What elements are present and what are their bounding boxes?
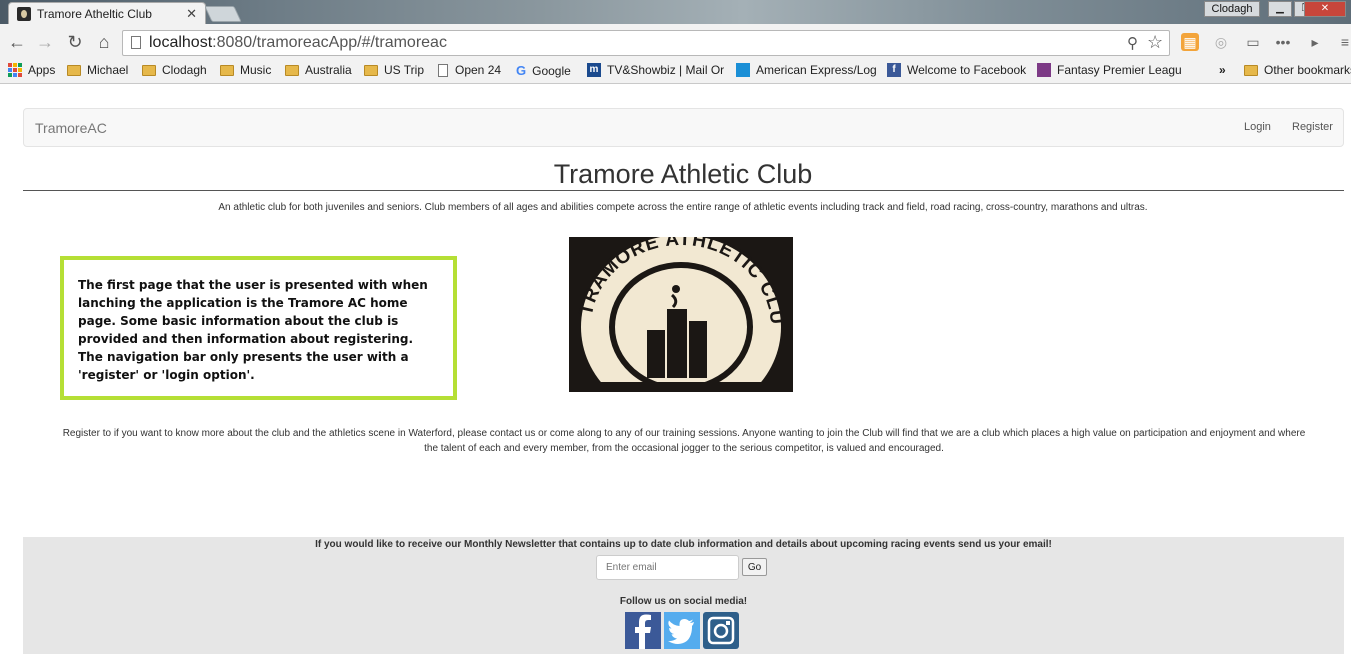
register-info: Register to if you want to know more abo… (22, 426, 1346, 456)
back-icon[interactable]: ← (6, 32, 28, 54)
bookmarks-overflow-chevron[interactable]: » (1219, 63, 1226, 77)
register-info-line: Register to if you want to know more abo… (62, 428, 1306, 439)
navbar-brand[interactable]: TramoreAC (35, 120, 107, 136)
bookmark-label: Music (240, 63, 272, 77)
bookmark-label: Welcome to Facebook (907, 63, 1027, 77)
folder-icon (220, 64, 234, 76)
folder-icon (364, 64, 378, 76)
bookmark-star-icon[interactable]: ☆ (1147, 32, 1163, 53)
bookmark-music[interactable]: Music (220, 63, 271, 77)
bookmark-amex[interactable]: American Express/Log (736, 63, 877, 77)
bookmark-clodagh[interactable]: Clodagh (142, 63, 207, 77)
facebook-icon[interactable] (625, 612, 661, 649)
club-logo-image: TRAMORE ATHLETIC CLUB (562, 221, 793, 419)
browser-titlebar: Tramore Atheltic Club ✕ Clodagh ▁ ❐ ✕ (0, 0, 1351, 24)
title-divider (23, 190, 1344, 191)
club-logo: TRAMORE ATHLETIC CLUB (562, 221, 793, 419)
page-icon (131, 36, 141, 49)
address-bar[interactable]: localhost:8080/tramoreacApp/#/tramoreac … (122, 30, 1170, 56)
home-icon[interactable]: ⌂ (93, 32, 115, 54)
more-dots-icon[interactable]: ••• (1274, 33, 1292, 51)
footer: If you would like to receive our Monthly… (23, 537, 1344, 654)
google-icon: G (516, 63, 527, 78)
facebook-icon: f (887, 63, 901, 77)
twitter-icon[interactable] (664, 612, 700, 649)
bookmark-label: Google (532, 63, 571, 78)
profile-button[interactable]: Clodagh (1204, 1, 1260, 17)
register-link[interactable]: Register (1292, 121, 1333, 133)
menu-icon[interactable]: ≡ (1336, 33, 1351, 51)
follow-text: Follow us on social media! (619, 596, 748, 607)
tab-close-icon[interactable]: ✕ (186, 6, 197, 22)
folder-icon (67, 64, 81, 76)
bookmark-mail[interactable]: m TV&Showbiz | Mail Or (587, 63, 724, 77)
folder-icon (285, 64, 299, 76)
browser-tab[interactable]: Tramore Atheltic Club ✕ (8, 2, 206, 24)
premier-league-icon (1037, 63, 1051, 77)
intro-text: An athletic club for both juveniles and … (218, 202, 1148, 213)
bookmark-facebook[interactable]: f Welcome to Facebook (887, 63, 1026, 77)
annotation-callout: The first page that the user is presente… (60, 256, 457, 400)
bookmark-label: TV&Showbiz | Mail Or (607, 63, 725, 77)
close-window-icon[interactable]: ✕ (1304, 1, 1346, 17)
extension-icon[interactable]: ▦ (1181, 33, 1199, 51)
instagram-icon[interactable] (703, 612, 739, 649)
extension2-icon[interactable]: ◎ (1212, 33, 1230, 51)
bookmark-label: Other bookmarks (1264, 63, 1351, 77)
bookmark-michael[interactable]: Michael (67, 63, 128, 77)
amex-icon (736, 63, 750, 77)
folder-icon (1244, 64, 1258, 76)
bookmark-label: US Trip (384, 63, 425, 77)
bookmark-us-trip[interactable]: US Trip (364, 63, 424, 77)
bookmark-label: Apps (28, 63, 56, 77)
login-link[interactable]: Login (1244, 121, 1271, 133)
bookmark-label: Michael (87, 63, 129, 77)
site-navbar: TramoreAC Login Register (23, 108, 1344, 147)
bookmarks-bar: Apps Michael Clodagh Music Australia US … (0, 60, 1351, 84)
email-input[interactable] (596, 555, 739, 580)
reload-icon[interactable]: ↻ (64, 32, 86, 54)
forward-icon[interactable]: → (34, 32, 56, 54)
bookmark-label: American Express/Log (756, 63, 877, 77)
bookmark-label: Australia (305, 63, 352, 77)
bookmark-label: Fantasy Premier Leagu (1057, 63, 1182, 77)
tab-favicon-icon (17, 6, 31, 21)
new-tab-button[interactable] (204, 6, 242, 22)
tab-title: Tramore Atheltic Club (37, 6, 152, 21)
bookmark-label: Clodagh (162, 63, 207, 77)
bookmark-apps[interactable]: Apps (8, 63, 55, 77)
bookmark-open24[interactable]: Open 24 (438, 63, 501, 77)
zoom-icon[interactable]: ⚲ (1127, 34, 1138, 52)
cast-icon[interactable]: ▭ (1244, 33, 1262, 51)
annotation-text: The first page that the user is presente… (78, 278, 428, 382)
media-icon[interactable]: ▸ (1306, 33, 1324, 51)
minimize-icon[interactable]: ▁ (1268, 1, 1292, 17)
folder-icon (142, 64, 156, 76)
bookmark-australia[interactable]: Australia (285, 63, 352, 77)
apps-grid-icon (8, 63, 22, 77)
bookmark-fantasy[interactable]: Fantasy Premier Leagu (1037, 63, 1182, 77)
newsletter-text: If you would like to receive our Monthly… (315, 539, 1052, 550)
bookmark-google[interactable]: G Google (516, 63, 571, 78)
overflow-icon: » (1219, 63, 1226, 77)
mail-online-icon: m (587, 63, 601, 77)
url-text: localhost:8080/tramoreacApp/#/tramoreac (149, 34, 447, 51)
bookmark-label: Open 24 (455, 63, 502, 77)
bookmark-other[interactable]: Other bookmarks (1244, 63, 1351, 77)
page-icon (438, 63, 448, 77)
page-title: Tramore Athletic Club (553, 159, 813, 189)
go-button[interactable]: Go (742, 558, 767, 576)
register-info-line: the talent of each and every member, fro… (424, 443, 944, 454)
